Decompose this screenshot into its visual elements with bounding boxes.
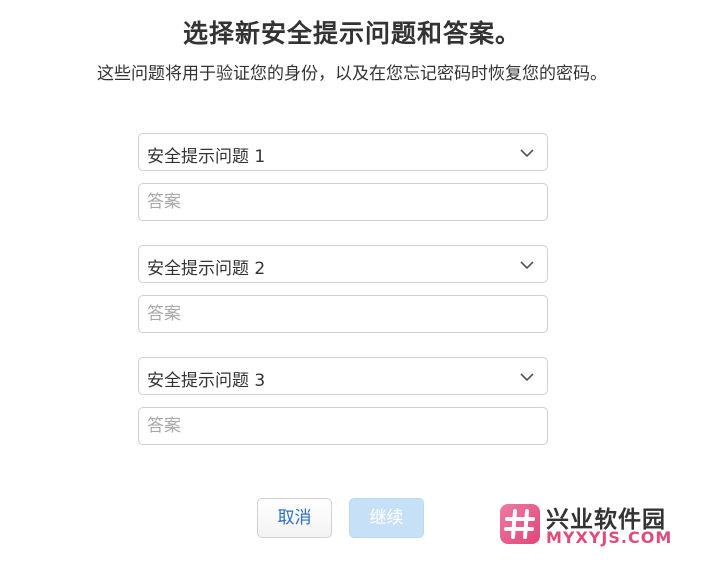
answer-1-field[interactable]: [138, 183, 548, 221]
answer-1-input[interactable]: [139, 184, 547, 220]
security-question-1-select[interactable]: 安全提示问题 1: [138, 133, 548, 171]
continue-button[interactable]: 继续: [349, 498, 424, 538]
security-questions-page: 选择新安全提示问题和答案。 这些问题将用于验证您的身份，以及在您忘记密码时恢复您…: [0, 0, 704, 562]
security-question-2-select[interactable]: 安全提示问题 2: [138, 245, 548, 283]
chevron-down-icon: [520, 149, 534, 158]
hash-logo-icon: [500, 504, 540, 544]
chevron-down-icon: [520, 373, 534, 382]
cancel-button[interactable]: 取消: [257, 498, 332, 538]
page-subtitle: 这些问题将用于验证您的身份，以及在您忘记密码时恢复您的密码。: [97, 64, 607, 84]
security-question-2-label: 安全提示问题 2: [147, 259, 266, 279]
watermark-url: MYXYJS.COM: [546, 528, 673, 547]
answer-2-field[interactable]: [138, 295, 548, 333]
security-question-3-select[interactable]: 安全提示问题 3: [138, 357, 548, 395]
page-title: 选择新安全提示问题和答案。: [182, 19, 521, 48]
security-question-1-label: 安全提示问题 1: [147, 147, 266, 167]
answer-3-input[interactable]: [139, 408, 547, 444]
security-question-3-label: 安全提示问题 3: [147, 371, 266, 391]
watermark: 兴业软件园 MYXYJS.COM: [500, 502, 696, 550]
answer-2-input[interactable]: [139, 296, 547, 332]
answer-3-field[interactable]: [138, 407, 548, 445]
chevron-down-icon: [520, 261, 534, 270]
